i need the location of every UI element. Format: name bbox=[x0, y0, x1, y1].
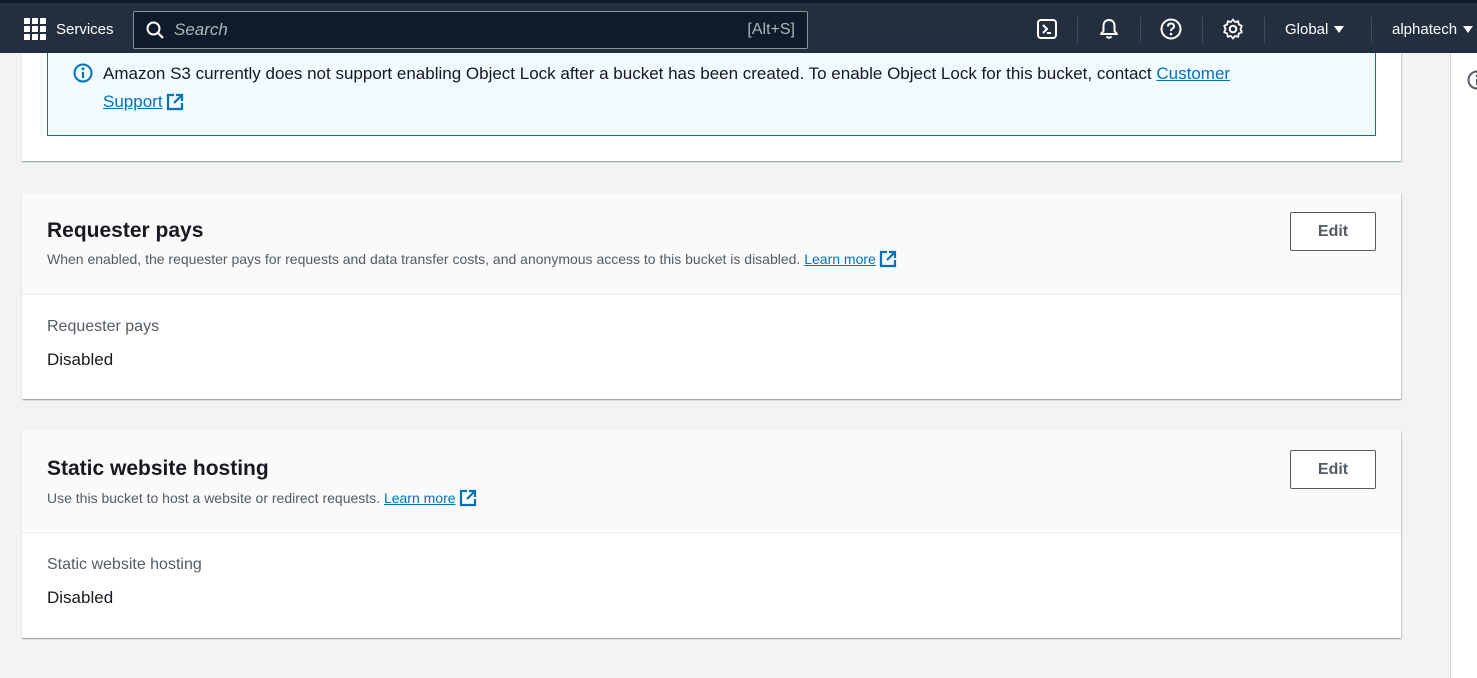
static-website-hosting-header: Static website hosting Use this bucket t… bbox=[22, 431, 1401, 533]
customer-support-link-part2: Support bbox=[103, 92, 163, 111]
edit-requester-pays-button[interactable]: Edit bbox=[1290, 212, 1376, 251]
search-icon bbox=[146, 21, 164, 39]
external-link-icon bbox=[459, 489, 477, 510]
external-link-icon bbox=[879, 250, 897, 271]
requester-pays-value: Disabled bbox=[47, 350, 114, 369]
cloudshell-icon[interactable] bbox=[1035, 17, 1059, 41]
object-lock-info-alert: Amazon S3 currently does not support ena… bbox=[47, 53, 1376, 136]
settings-icon[interactable] bbox=[1221, 17, 1245, 41]
caret-down-icon bbox=[1463, 26, 1474, 33]
learn-more-label: Learn more bbox=[383, 490, 456, 506]
search-shortcut-hint: [Alt+S] bbox=[747, 21, 795, 38]
section-description: Use this bucket to host a website or red… bbox=[47, 489, 477, 510]
alert-text: Amazon S3 currently does not support ena… bbox=[103, 64, 1157, 83]
search-bar[interactable]: [Alt+S] bbox=[133, 11, 808, 49]
section-title: Requester pays bbox=[47, 219, 204, 242]
static-website-hosting-value: Disabled bbox=[47, 588, 114, 607]
search-input[interactable] bbox=[174, 20, 748, 40]
nav-divider bbox=[1264, 17, 1265, 43]
services-label: Services bbox=[56, 20, 114, 38]
description-text: When enabled, the requester pays for req… bbox=[47, 251, 805, 267]
description-text: Use this bucket to host a website or red… bbox=[47, 490, 384, 506]
alert-message: Amazon S3 currently does not support ena… bbox=[103, 60, 1333, 120]
top-navigation: Services [Alt+S] Global alphatech bbox=[0, 0, 1477, 53]
nav-divider bbox=[1077, 17, 1078, 43]
object-lock-panel: Amazon S3 currently does not support ena… bbox=[22, 53, 1401, 161]
external-link-icon bbox=[166, 92, 184, 120]
services-menu-button[interactable]: Services bbox=[24, 17, 114, 41]
nav-divider bbox=[1202, 17, 1203, 43]
info-icon bbox=[73, 63, 93, 88]
info-icon[interactable] bbox=[1467, 70, 1477, 95]
section-description: When enabled, the requester pays for req… bbox=[47, 250, 897, 271]
bell-icon[interactable] bbox=[1097, 17, 1121, 41]
learn-more-link[interactable]: Learn more bbox=[383, 489, 477, 507]
account-label: alphatech bbox=[1392, 21, 1458, 38]
region-selector[interactable]: Global bbox=[1285, 21, 1345, 38]
requester-pays-header: Requester pays When enabled, the request… bbox=[22, 193, 1401, 295]
static-website-hosting-panel: Static website hosting Use this bucket t… bbox=[22, 431, 1401, 638]
requester-pays-panel: Requester pays When enabled, the request… bbox=[22, 193, 1401, 399]
nav-divider bbox=[1371, 17, 1372, 43]
requester-pays-label: Requester pays bbox=[47, 318, 160, 335]
nav-divider bbox=[1140, 17, 1141, 43]
edit-static-website-hosting-button[interactable]: Edit bbox=[1290, 450, 1376, 489]
help-side-rail bbox=[1450, 53, 1477, 678]
account-menu[interactable]: alphatech bbox=[1392, 21, 1474, 38]
learn-more-link[interactable]: Learn more bbox=[804, 250, 897, 268]
learn-more-label: Learn more bbox=[804, 251, 876, 267]
customer-support-link-part1: Customer bbox=[1156, 64, 1231, 83]
caret-down-icon bbox=[1334, 26, 1345, 33]
region-label: Global bbox=[1285, 21, 1329, 38]
grid-icon bbox=[24, 18, 46, 40]
section-title: Static website hosting bbox=[47, 457, 269, 480]
static-website-hosting-label: Static website hosting bbox=[47, 556, 202, 573]
help-icon[interactable] bbox=[1159, 17, 1183, 41]
